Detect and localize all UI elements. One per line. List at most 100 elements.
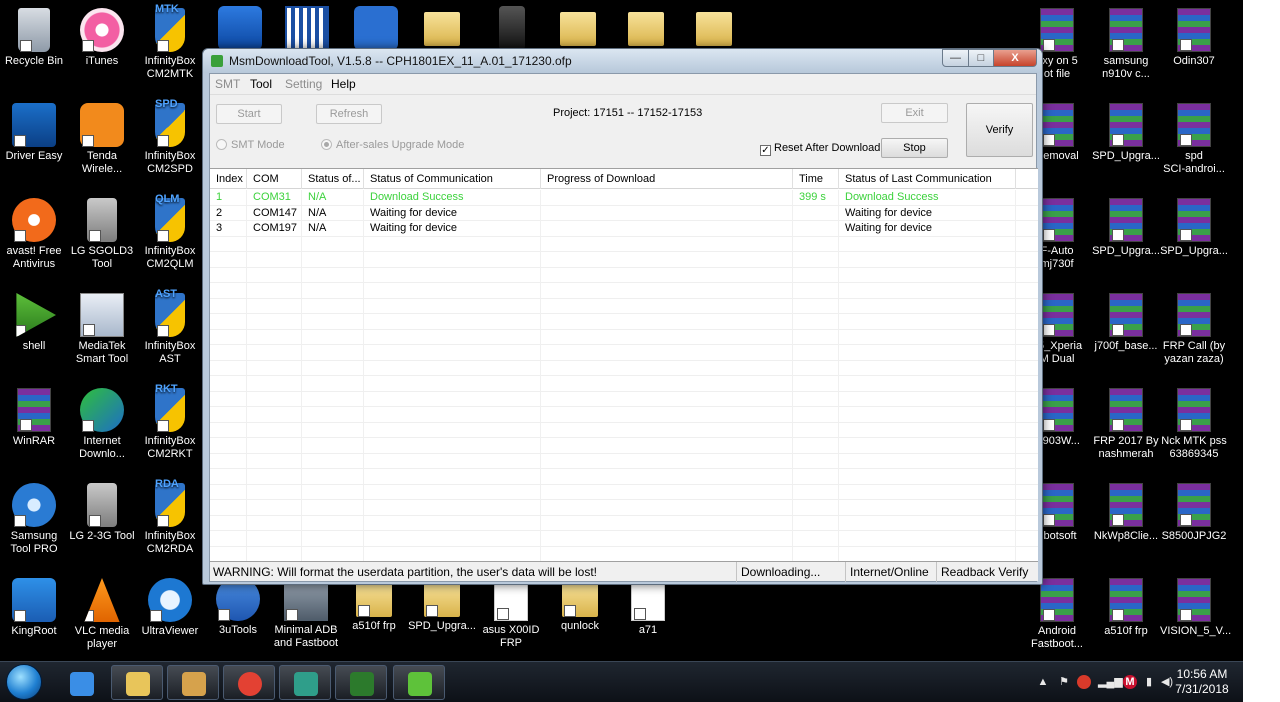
desktop-icon[interactable]: qunlock bbox=[546, 577, 614, 633]
desktop-icon[interactable]: SPD InfinityBox CM2SPD bbox=[136, 98, 204, 176]
cell-time bbox=[793, 407, 839, 422]
desktop-icon[interactable]: MTK InfinityBox CM2MTK bbox=[136, 3, 204, 81]
menu-help[interactable]: Help bbox=[331, 77, 356, 91]
taskbar-item[interactable] bbox=[393, 665, 445, 700]
desktop-icon-top-7[interactable] bbox=[612, 6, 680, 49]
maximize-button[interactable]: □ bbox=[968, 49, 994, 67]
tray-expand-icon[interactable]: ▲ bbox=[1036, 675, 1050, 689]
desktop-icon[interactable]: a71 bbox=[614, 577, 682, 637]
menu-tool[interactable]: Tool bbox=[250, 77, 272, 91]
desktop-icon[interactable]: Minimal ADB and Fastboot bbox=[272, 577, 340, 650]
table-row[interactable]: 3 COM197 N/A Waiting for device Waiting for … bbox=[210, 221, 1038, 237]
desktop-icon-top-4[interactable] bbox=[408, 6, 476, 49]
taskbar-item[interactable] bbox=[167, 665, 219, 700]
desktop-icon[interactable]: UltraViewer bbox=[136, 578, 204, 638]
network-icon[interactable]: ▂▄▆ bbox=[1098, 675, 1123, 689]
desktop-icon[interactable]: NkWp8Clie... bbox=[1092, 483, 1160, 543]
cell-last bbox=[839, 438, 1016, 453]
desktop-icon-top-5[interactable] bbox=[478, 6, 546, 53]
desktop-icon[interactable]: asus X00ID FRP bbox=[477, 577, 545, 650]
desktop-icon[interactable]: MediaTek Smart Tool bbox=[68, 293, 136, 366]
reset-after-download-checkbox[interactable]: ✓ Reset After Download bbox=[760, 142, 880, 156]
msm-download-icon bbox=[408, 672, 432, 696]
desktop-icon[interactable]: LG SGOLD3 Tool bbox=[68, 198, 136, 271]
desktop-icon[interactable]: shell bbox=[0, 293, 68, 353]
desktop-icon[interactable]: Android Fastboot... bbox=[1023, 578, 1091, 651]
desktop-icon[interactable]: iTunes bbox=[68, 8, 136, 68]
desktop-icon[interactable]: SPD_Upgra... bbox=[1160, 198, 1228, 258]
desktop-icon[interactable]: Nck MTK pss 63869345 bbox=[1160, 388, 1228, 461]
desktop-icon-top-1[interactable] bbox=[206, 6, 274, 53]
window-titlebar[interactable]: MsmDownloadTool, V1.5.8 -- CPH1801EX_11_… bbox=[203, 49, 1042, 73]
column-index[interactable]: Index bbox=[210, 169, 247, 189]
desktop-icon[interactable]: SPD_Upgra... bbox=[408, 577, 476, 633]
after-sales-radio[interactable]: After-sales Upgrade Mode bbox=[321, 139, 464, 151]
desktop-icon[interactable]: Internet Downlo... bbox=[68, 388, 136, 461]
desktop-icon-top-6[interactable] bbox=[544, 6, 612, 49]
desktop-icon-top-3[interactable] bbox=[342, 6, 410, 53]
desktop-icon[interactable]: SPD_Upgra... bbox=[1092, 103, 1160, 163]
desktop-icon[interactable]: Driver Easy bbox=[0, 103, 68, 163]
column-com[interactable]: COM bbox=[247, 169, 302, 189]
verify-button[interactable]: Verify bbox=[966, 103, 1033, 157]
smt-mode-radio[interactable]: SMT Mode bbox=[216, 139, 285, 151]
taskbar-item[interactable] bbox=[335, 665, 387, 700]
table-row[interactable]: 2 COM147 N/A Waiting for device Waiting for … bbox=[210, 205, 1038, 221]
start-button[interactable]: Start bbox=[216, 104, 282, 124]
antivirus-icon[interactable] bbox=[1077, 675, 1091, 689]
desktop-icon[interactable]: WinRAR bbox=[0, 388, 68, 448]
cell-com bbox=[247, 314, 302, 329]
desktop-icon[interactable]: Samsung Tool PRO bbox=[0, 483, 68, 556]
minimize-button[interactable]: — bbox=[942, 49, 969, 67]
shortcut-arrow-icon bbox=[89, 515, 101, 527]
desktop-icon[interactable]: SPD_Upgra... bbox=[1092, 198, 1160, 258]
column-status[interactable]: Status of... bbox=[302, 169, 364, 189]
exit-button[interactable]: Exit bbox=[881, 103, 948, 123]
desktop-icon[interactable]: Odin307 bbox=[1160, 8, 1228, 68]
column-last-communication[interactable]: Status of Last Communication bbox=[839, 169, 1016, 189]
desktop-icon[interactable]: a510f frp bbox=[1092, 578, 1160, 638]
taskbar-item[interactable] bbox=[55, 665, 107, 700]
desktop-icon-top-8[interactable] bbox=[680, 6, 748, 49]
stop-button[interactable]: Stop bbox=[881, 138, 948, 158]
desktop-icon[interactable]: AST InfinityBox AST bbox=[136, 288, 204, 366]
idm-icon bbox=[80, 388, 124, 432]
taskbar-item[interactable] bbox=[223, 665, 275, 700]
desktop-icon[interactable]: j700f_base... bbox=[1092, 293, 1160, 353]
desktop-icon[interactable]: Tenda Wirele... bbox=[68, 103, 136, 176]
refresh-button[interactable]: Refresh bbox=[316, 104, 382, 124]
desktop-icon[interactable]: RKT InfinityBox CM2RKT bbox=[136, 383, 204, 461]
desktop-icon-label: InfinityBox CM2RKT bbox=[144, 435, 196, 460]
desktop-icon[interactable]: QLM InfinityBox CM2QLM bbox=[136, 193, 204, 271]
menu-setting[interactable]: Setting bbox=[285, 77, 322, 91]
column-time[interactable]: Time bbox=[793, 169, 839, 189]
desktop-icon[interactable]: S8500JPJG2 bbox=[1160, 483, 1228, 543]
desktop-icon[interactable]: FRP Call (by yazan zaza) bbox=[1160, 293, 1228, 366]
desktop-icon[interactable]: KingRoot bbox=[0, 578, 68, 638]
close-button[interactable]: X bbox=[993, 49, 1037, 67]
signal-icon[interactable]: ▮ bbox=[1142, 675, 1156, 689]
start-button[interactable] bbox=[6, 664, 42, 700]
desktop-icon[interactable]: Recycle Bin bbox=[0, 8, 68, 68]
shortcut-arrow-icon bbox=[89, 230, 101, 242]
desktop-icon[interactable]: RDA InfinityBox CM2RDA bbox=[136, 478, 204, 556]
mcafee-icon[interactable]: M bbox=[1123, 675, 1137, 689]
taskbar-item[interactable] bbox=[279, 665, 331, 700]
desktop-icon[interactable]: VISION_5_V... bbox=[1160, 578, 1231, 638]
column-progress[interactable]: Progress of Download bbox=[541, 169, 793, 189]
desktop-icon[interactable]: VLC media player bbox=[68, 578, 136, 651]
desktop-icon[interactable]: FRP 2017 By nashmerah bbox=[1092, 388, 1160, 461]
desktop-icon-top-2[interactable] bbox=[273, 6, 341, 53]
column-status-communication[interactable]: Status of Communication bbox=[364, 169, 541, 189]
flag-icon[interactable]: ⚑ bbox=[1057, 675, 1071, 689]
desktop-icon[interactable]: a510f frp bbox=[340, 577, 408, 633]
menu-smt[interactable]: SMT bbox=[215, 77, 240, 91]
desktop-icon[interactable]: LG 2-3G Tool bbox=[68, 483, 136, 543]
clock[interactable]: 10:56 AM 7/31/2018 bbox=[1162, 667, 1242, 697]
desktop-icon[interactable]: 3uTools bbox=[204, 577, 272, 637]
desktop-icon[interactable]: avast! Free Antivirus bbox=[0, 198, 68, 271]
desktop-icon[interactable]: spd SCI-androi... bbox=[1160, 103, 1228, 176]
desktop-icon[interactable]: samsung n910v c... bbox=[1092, 8, 1160, 81]
table-row[interactable]: 1 COM31 N/A Download Success 399 s Download S… bbox=[210, 190, 1038, 206]
taskbar-item[interactable] bbox=[111, 665, 163, 700]
